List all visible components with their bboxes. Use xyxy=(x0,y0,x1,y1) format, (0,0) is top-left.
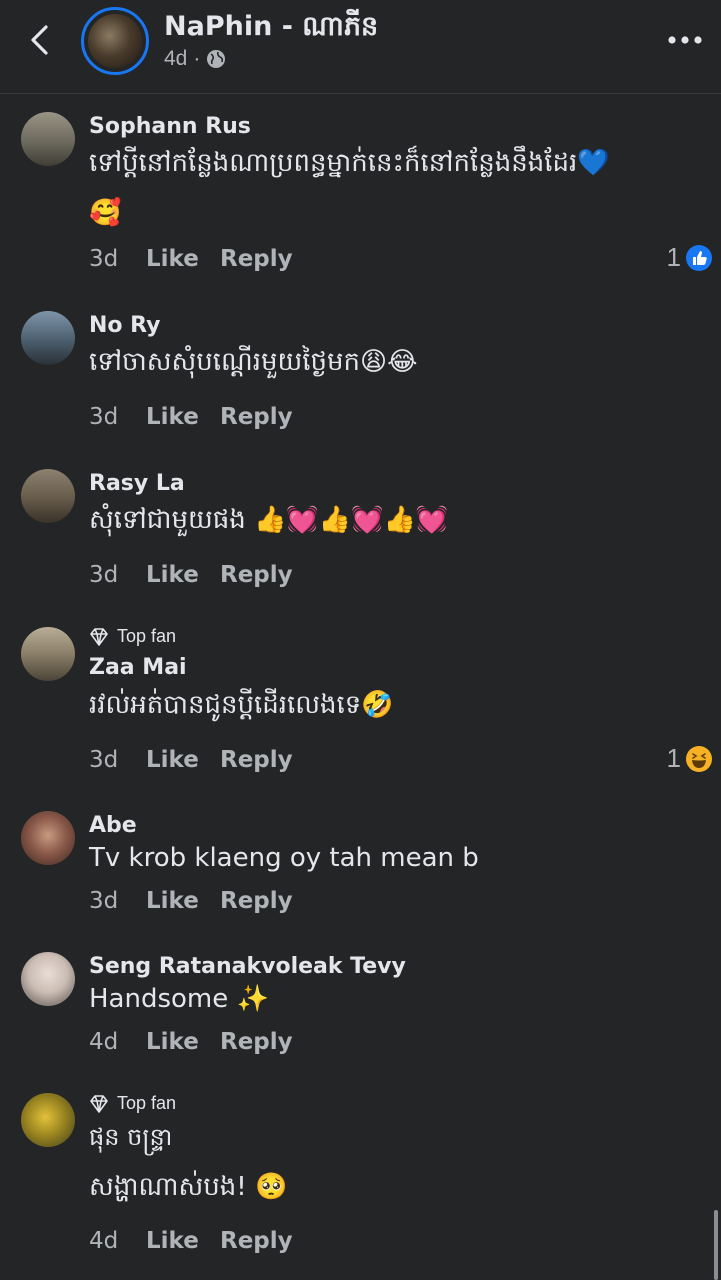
commenter-name[interactable]: Abe xyxy=(89,813,137,838)
reply-button[interactable]: Reply xyxy=(220,246,293,272)
like-button[interactable]: Like xyxy=(146,1029,220,1055)
scrollbar[interactable] xyxy=(714,1210,718,1280)
comment-actions: 3d Like Reply xyxy=(89,888,293,914)
reaction-summary[interactable]: 1 xyxy=(667,242,713,273)
page-title[interactable]: NaPhin - ណាភីន xyxy=(164,10,378,49)
post-time: 4d xyxy=(164,47,188,70)
like-reaction-icon xyxy=(686,244,712,271)
comment-text: Handsome ✨ xyxy=(89,984,269,1014)
reply-button[interactable]: Reply xyxy=(220,404,293,430)
top-fan-badge: Top fan xyxy=(89,626,176,647)
meta-separator: · xyxy=(193,47,201,70)
commenter-avatar[interactable] xyxy=(21,311,75,365)
commenter-name[interactable]: Rasy La xyxy=(89,471,185,496)
reply-button[interactable]: Reply xyxy=(220,1029,293,1055)
top-fan-label: Top fan xyxy=(117,1093,177,1113)
comment-text: សង្ហាណាស់បង! 🥺 xyxy=(89,1172,288,1202)
commenter-name[interactable]: Sophann Rus xyxy=(89,114,251,139)
comment-text: Tv krob klaeng oy tah mean b xyxy=(89,843,479,873)
comment-text-line2: 🥰 xyxy=(89,198,122,228)
commenter-avatar[interactable] xyxy=(21,952,75,1006)
comment-time: 3d xyxy=(89,562,119,588)
reaction-count: 1 xyxy=(666,242,681,272)
reply-button[interactable]: Reply xyxy=(220,562,293,588)
comment-text: រវល់អត់បានជូនប្ដីដើរលេងទេ🤣 xyxy=(89,690,394,720)
comment-time: 4d xyxy=(89,1029,119,1055)
post-meta: 4d · xyxy=(164,47,226,71)
like-button[interactable]: Like xyxy=(146,246,220,272)
post-header: NaPhin - ណាភីន 4d · xyxy=(0,0,721,94)
commenter-avatar[interactable] xyxy=(21,469,75,523)
comment-time: 4d xyxy=(89,1228,119,1254)
top-fan-badge: Top fan xyxy=(89,1093,176,1114)
haha-reaction-icon xyxy=(686,745,712,772)
diamond-icon xyxy=(90,1094,108,1113)
comment-text: សុំទៅជាមួយផង 👍💓👍💓👍💓 xyxy=(89,505,449,535)
reply-button[interactable]: Reply xyxy=(220,1228,293,1254)
more-options-icon[interactable] xyxy=(666,30,706,50)
comment-actions: 3d Like Reply xyxy=(89,404,293,430)
comment-time: 3d xyxy=(89,888,119,914)
like-button[interactable]: Like xyxy=(146,404,220,430)
back-chevron-icon[interactable] xyxy=(22,22,58,58)
commenter-name[interactable]: Seng Ratanakvoleak Tevy xyxy=(89,954,406,979)
commenter-avatar[interactable] xyxy=(21,627,75,681)
comment-actions: 3d Like Reply xyxy=(89,246,293,272)
commenter-name[interactable]: ផុន ចន្ទ្រា xyxy=(89,1122,172,1157)
commenter-name[interactable]: No Ry xyxy=(89,313,160,338)
like-button[interactable]: Like xyxy=(146,747,220,773)
like-button[interactable]: Like xyxy=(146,1228,220,1254)
comment-text: ទៅប្ដីនៅកន្លែងណាប្រពន្ធម្នាក់នេះក៏នៅកន្ល… xyxy=(89,148,610,178)
top-fan-label: Top fan xyxy=(117,626,177,646)
comment-actions: 4d Like Reply xyxy=(89,1228,293,1254)
page-avatar[interactable] xyxy=(81,7,149,75)
commenter-avatar[interactable] xyxy=(21,112,75,166)
globe-icon xyxy=(207,50,226,68)
reaction-summary[interactable]: 1 xyxy=(667,743,713,774)
reply-button[interactable]: Reply xyxy=(220,888,293,914)
reply-button[interactable]: Reply xyxy=(220,747,293,773)
like-button[interactable]: Like xyxy=(146,888,220,914)
comment-actions: 3d Like Reply xyxy=(89,747,293,773)
reaction-count: 1 xyxy=(666,743,681,773)
comment-text: ទៅចាសសុំបណ្ដើរមួយថ្ងៃមក😩😂 xyxy=(89,347,418,377)
comment-actions: 3d Like Reply xyxy=(89,562,293,588)
commenter-name[interactable]: Zaa Mai xyxy=(89,655,187,680)
like-button[interactable]: Like xyxy=(146,562,220,588)
comment-time: 3d xyxy=(89,246,119,272)
commenter-avatar[interactable] xyxy=(21,811,75,865)
comment-time: 3d xyxy=(89,404,119,430)
commenter-avatar[interactable] xyxy=(21,1093,75,1147)
comment-actions: 4d Like Reply xyxy=(89,1029,293,1055)
comment-time: 3d xyxy=(89,747,119,773)
diamond-icon xyxy=(90,627,108,646)
